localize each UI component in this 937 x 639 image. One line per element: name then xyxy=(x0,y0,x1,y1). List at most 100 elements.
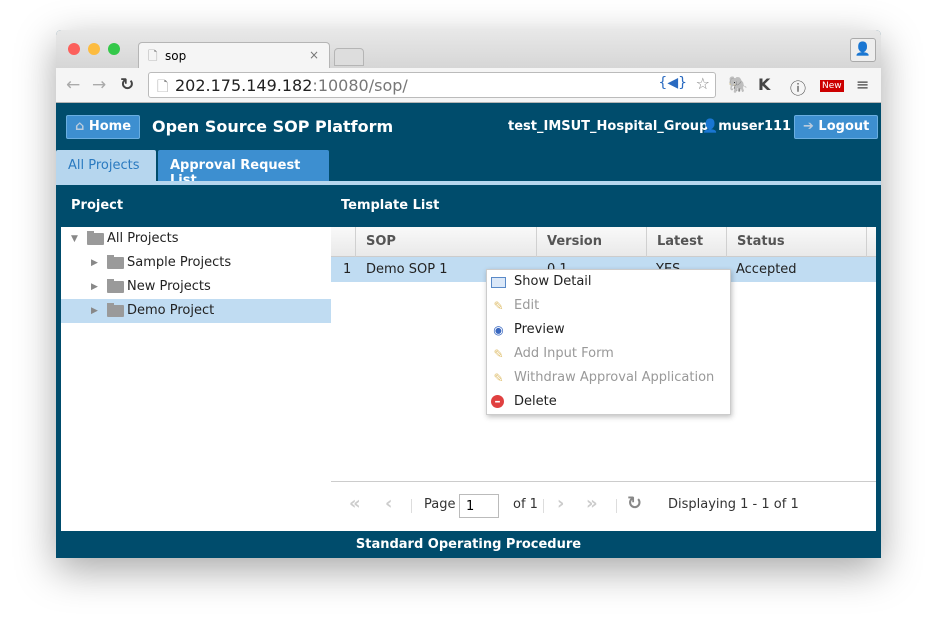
k-extension-icon[interactable]: K xyxy=(758,75,770,94)
prev-page-icon[interactable]: ‹ xyxy=(385,493,392,514)
menu-label: Add Input Form xyxy=(514,346,614,361)
menu-label: Edit xyxy=(514,298,540,313)
tree-label: New Projects xyxy=(127,279,211,294)
app-title: Open Source SOP Platform xyxy=(152,117,394,136)
pagination-bar: « ‹ Page 1 of 1 › » ↻ Displaying 1 - 1 o… xyxy=(331,481,876,531)
group-name: test_IMSUT_Hospital_Group xyxy=(508,119,709,134)
eye-icon: ◉ xyxy=(493,323,504,337)
browser-window: 🗋 sop × 👤 ← → ↻ 🗋 202.175.149.182:10080/sop… xyxy=(56,30,881,558)
tree-item-all-projects[interactable]: ▼ All Projects xyxy=(61,227,331,251)
pencil-icon: ✎ xyxy=(493,371,504,385)
page-input[interactable]: 1 xyxy=(459,494,499,518)
user-name: muser111 xyxy=(718,119,792,134)
tab-all-projects[interactable]: All Projects xyxy=(56,150,156,181)
expand-icon[interactable]: ▶ xyxy=(91,251,98,275)
last-page-icon[interactable]: » xyxy=(586,493,598,514)
delete-icon: – xyxy=(491,395,504,408)
pencil-icon: ✎ xyxy=(493,347,504,361)
column-version[interactable]: Version xyxy=(536,227,646,257)
tab-strip xyxy=(56,181,881,185)
logout-button[interactable]: ➔ Logout xyxy=(794,115,879,139)
close-tab-icon[interactable]: × xyxy=(309,48,319,62)
column-status[interactable]: Status xyxy=(726,227,866,257)
template-panel-title: Template List xyxy=(341,198,440,213)
expand-icon[interactable]: ▶ xyxy=(91,275,98,299)
app-header: ⌂ Home Open Source SOP Platform test_IMS… xyxy=(56,103,881,148)
expand-icon[interactable]: ▶ xyxy=(91,299,98,323)
tab-approval-request-list[interactable]: Approval Request List xyxy=(158,150,329,188)
url-host: 202.175.149.182 xyxy=(175,76,313,95)
evernote-icon[interactable]: 🐘 xyxy=(728,75,748,94)
tree-item-demo-project[interactable]: ▶ Demo Project xyxy=(61,299,331,323)
project-panel-title: Project xyxy=(71,198,124,213)
home-button[interactable]: ⌂ Home xyxy=(66,115,141,139)
menu-item-edit[interactable]: ✎ Edit xyxy=(487,294,730,318)
display-info: Displaying 1 - 1 of 1 xyxy=(668,497,799,512)
menu-label: Show Detail xyxy=(514,274,592,289)
tree-label: All Projects xyxy=(107,231,179,246)
menu-label: Preview xyxy=(514,322,565,337)
next-page-icon[interactable]: › xyxy=(557,493,564,514)
menu-item-show-detail[interactable]: Show Detail xyxy=(487,270,730,294)
logout-label: Logout xyxy=(818,119,870,134)
tree-item-sample-projects[interactable]: ▶ Sample Projects xyxy=(61,251,331,275)
menu-label: Delete xyxy=(514,394,557,409)
forward-icon[interactable]: → xyxy=(92,75,106,95)
cell-sop: Demo SOP 1 xyxy=(366,262,448,277)
page-count: of 1 xyxy=(513,497,538,512)
menu-item-add-input-form[interactable]: ✎ Add Input Form xyxy=(487,342,730,366)
url-path: :10080/sop/ xyxy=(312,76,408,95)
separator xyxy=(543,499,544,513)
refresh-icon[interactable]: ↻ xyxy=(627,493,642,514)
home-label: Home xyxy=(88,119,132,134)
profile-icon[interactable]: 👤 xyxy=(850,38,876,62)
tab-title: sop xyxy=(165,49,187,63)
logout-icon: ➔ xyxy=(803,119,819,134)
menu-label: Withdraw Approval Application xyxy=(514,370,715,385)
first-page-icon[interactable]: « xyxy=(349,493,361,514)
page-label: Page xyxy=(424,497,456,512)
tree-label: Demo Project xyxy=(127,303,215,318)
address-bar[interactable]: 🗋 202.175.149.182:10080/sop/ {◀} ☆ xyxy=(148,72,716,98)
star-icon[interactable]: ☆ xyxy=(696,74,710,93)
pencil-icon: ✎ xyxy=(493,299,504,313)
expand-icon[interactable]: ▼ xyxy=(71,227,78,251)
context-menu: Show Detail ✎ Edit ◉ Preview ✎ Add Input Fo… xyxy=(486,269,731,415)
separator xyxy=(616,499,617,513)
maximize-window-button[interactable] xyxy=(108,43,120,55)
folder-icon xyxy=(107,303,124,317)
tree-label: Sample Projects xyxy=(127,255,232,270)
reload-icon[interactable]: ↻ xyxy=(120,75,134,95)
folder-icon xyxy=(107,279,124,293)
folder-icon xyxy=(87,231,104,245)
column-sop[interactable]: SOP xyxy=(355,227,536,257)
menu-item-delete[interactable]: – Delete xyxy=(487,390,730,414)
extension-icon[interactable]: {◀} xyxy=(658,75,687,91)
tree-item-new-projects[interactable]: ▶ New Projects xyxy=(61,275,331,299)
close-window-button[interactable] xyxy=(68,43,80,55)
browser-tab[interactable]: 🗋 sop × xyxy=(138,42,330,69)
minimize-window-button[interactable] xyxy=(88,43,100,55)
table-icon xyxy=(491,277,506,288)
info-icon[interactable]: ⓘ xyxy=(790,75,806,99)
project-tree: ▼ All Projects ▶ Sample Projects ▶ New Proj… xyxy=(61,227,331,531)
back-icon[interactable]: ← xyxy=(66,75,80,95)
separator xyxy=(411,499,412,513)
menu-item-withdraw-approval[interactable]: ✎ Withdraw Approval Application xyxy=(487,366,730,390)
grid-header: SOP Version Latest Status xyxy=(331,227,876,257)
browser-tab-bar: 🗋 sop × 👤 xyxy=(56,30,881,69)
column-latest[interactable]: Latest xyxy=(646,227,726,257)
home-icon: ⌂ xyxy=(75,119,89,134)
page-icon: 🗋 xyxy=(157,79,169,95)
footer: Standard Operating Procedure xyxy=(355,537,582,552)
new-extension-icon[interactable]: New xyxy=(820,80,844,92)
new-tab-button[interactable] xyxy=(334,48,364,66)
page-icon: 🗋 xyxy=(148,49,158,63)
browser-toolbar: ← → ↻ 🗋 202.175.149.182:10080/sop/{◀} ☆ 🐘 … xyxy=(56,68,881,103)
menu-icon[interactable]: ≡ xyxy=(856,75,869,94)
menu-item-preview[interactable]: ◉ Preview xyxy=(487,318,730,342)
cell-status: Accepted xyxy=(736,262,797,277)
folder-icon xyxy=(107,255,124,269)
user-icon: 👤 xyxy=(702,119,719,134)
row-number: 1 xyxy=(343,262,352,277)
